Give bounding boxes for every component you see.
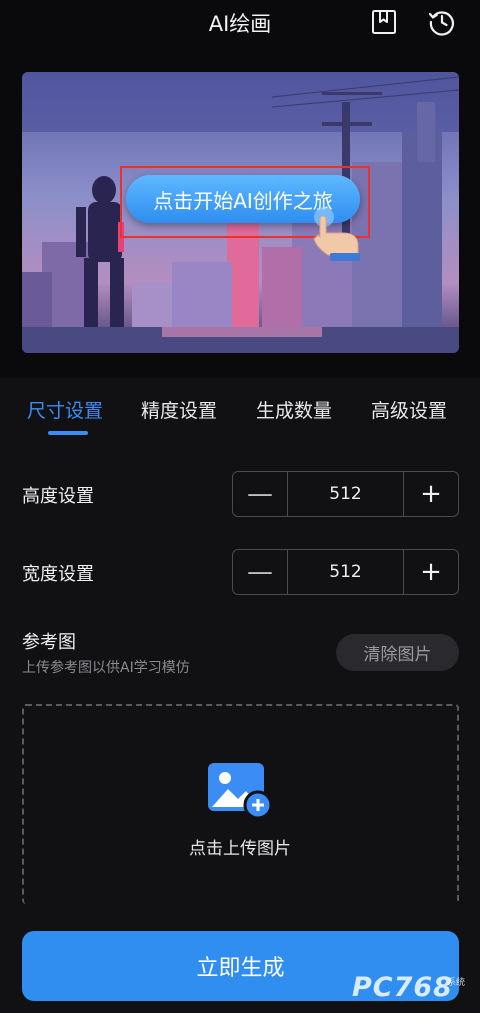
width-value[interactable]: 512 — [287, 550, 404, 594]
watermark-small-text: 系统 — [447, 978, 466, 988]
tab-size[interactable]: 尺寸设置 — [27, 396, 103, 423]
watermark-logo: PC768 — [352, 972, 453, 1003]
pointing-hand-icon — [304, 205, 370, 263]
tab-advanced[interactable]: 高级设置 — [371, 396, 447, 423]
bookmark-icon[interactable] — [370, 8, 398, 36]
width-label: 宽度设置 — [22, 564, 94, 585]
width-increment-button[interactable]: + — [404, 550, 458, 594]
clear-image-button[interactable]: 清除图片 — [336, 634, 459, 671]
reference-title: 参考图 — [22, 632, 76, 653]
height-value[interactable]: 512 — [287, 472, 404, 516]
reference-subtitle: 上传参考图以供AI学习模仿 — [22, 660, 190, 676]
tab-count[interactable]: 生成数量 — [256, 396, 332, 423]
tab-precision[interactable]: 精度设置 — [141, 396, 217, 423]
active-tab-indicator — [48, 431, 88, 435]
height-decrement-button[interactable]: — — [233, 472, 287, 516]
page-title: AI绘画 — [208, 12, 272, 36]
upload-label: 点击上传图片 — [189, 839, 291, 859]
history-icon[interactable] — [428, 8, 456, 36]
height-stepper: — 512 + — [232, 471, 459, 517]
height-increment-button[interactable]: + — [404, 472, 458, 516]
image-upload-icon[interactable] — [208, 763, 273, 820]
width-stepper: — 512 + — [232, 549, 459, 595]
width-decrement-button[interactable]: — — [233, 550, 287, 594]
height-label: 高度设置 — [22, 486, 94, 507]
top-bar: AI绘画 — [0, 0, 480, 48]
